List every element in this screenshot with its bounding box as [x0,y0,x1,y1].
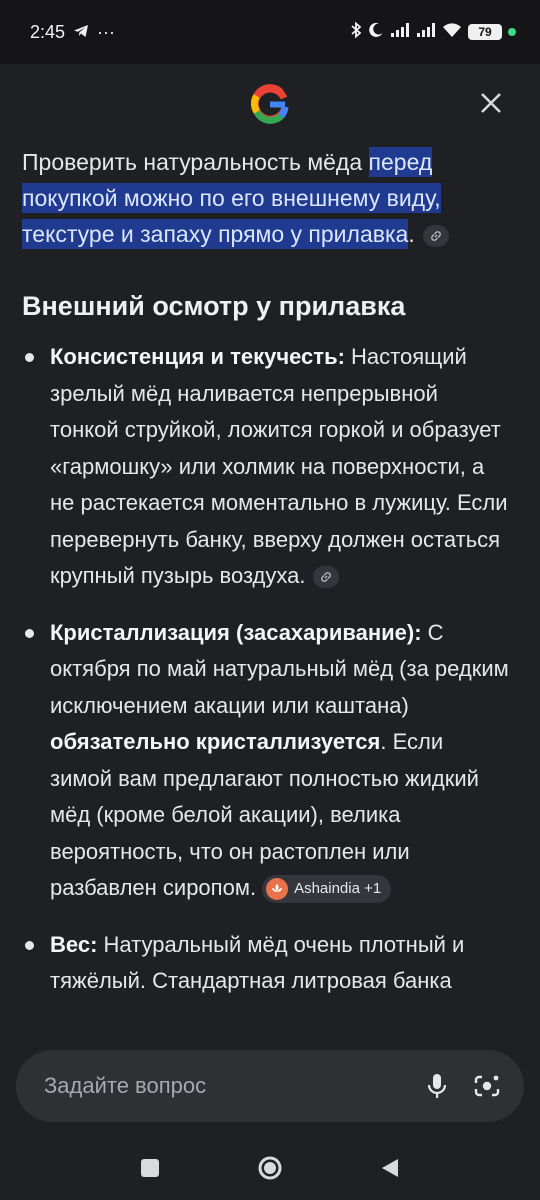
source-chip-label: Ashaindia +1 [294,879,382,897]
battery-indicator: 79 [468,24,502,40]
do-not-disturb-moon-icon [368,22,384,43]
wifi-icon [442,22,462,43]
bullet-term: Консистенция и текучесть: [50,344,345,369]
source-favicon-icon [266,878,289,901]
privacy-indicator-dot [508,28,516,36]
status-bar: 2:45 ··· 79 [0,0,540,64]
microphone-button[interactable] [422,1071,452,1101]
signal-icon-2 [416,22,436,43]
bullet-dot [25,628,34,638]
lens-camera-button[interactable] [472,1071,502,1101]
intro-end: . [408,221,415,247]
ask-question-input[interactable] [42,1072,402,1100]
more-notifications-icon: ··· [97,21,116,42]
close-button[interactable] [474,86,508,120]
telegram-icon [73,22,89,43]
answer-bullet-list: Консистенция и текучесть: Настоящий зрел… [0,339,540,1020]
ai-answer-panel: Проверить натуральность мёда перед покуп… [0,64,540,1136]
bullet-dot [25,940,34,950]
status-left: 2:45 ··· [30,22,115,43]
recents-button[interactable] [130,1148,170,1188]
bullet-dot [25,353,34,362]
source-link-button[interactable] [313,566,340,589]
bullet-text: Натуральный мёд очень плотный и тяжёлый.… [50,931,465,994]
bullet-text: Настоящий зрелый мёд наливается непрерыв… [50,344,508,588]
bluetooth-icon [350,21,362,44]
link-icon [430,231,441,241]
signal-icon [390,22,410,43]
lens-camera-icon [474,1075,500,1097]
ask-question-bar [16,1050,524,1122]
close-icon [481,93,501,113]
home-button[interactable] [250,1148,290,1188]
list-item: Вес: Натуральный мёд очень плотный и тяж… [0,927,540,1000]
back-button[interactable] [370,1148,410,1188]
list-item: Консистенция и текучесть: Настоящий зрел… [0,339,540,595]
bullet-emphasis: обязательно кристаллизуется [50,729,381,754]
home-circle-icon [258,1156,282,1180]
source-chip-ashaindia[interactable]: Ashaindia +1 [262,875,392,904]
microphone-icon [427,1074,447,1098]
system-navigation-bar [0,1136,540,1200]
source-link-button[interactable] [422,224,449,247]
recents-square-icon [141,1159,159,1177]
intro-text: Проверить натуральность мёда [22,149,369,175]
bullet-term: Вес: [50,931,98,957]
list-item: Кристаллизация (засахаривание): С октябр… [0,615,540,907]
google-logo-icon [248,82,292,126]
bullet-text-end: . Если зимой вам предлагают полностью жи… [50,729,479,900]
answer-intro: Проверить натуральность мёда перед покуп… [22,144,518,252]
link-icon [321,572,332,583]
status-time: 2:45 [30,21,66,42]
section-title: Внешний осмотр у прилавка [22,291,406,321]
back-triangle-icon [382,1159,398,1177]
bullet-term: Кристаллизация (засахаривание): [50,619,422,645]
status-right: 79 [350,21,516,44]
